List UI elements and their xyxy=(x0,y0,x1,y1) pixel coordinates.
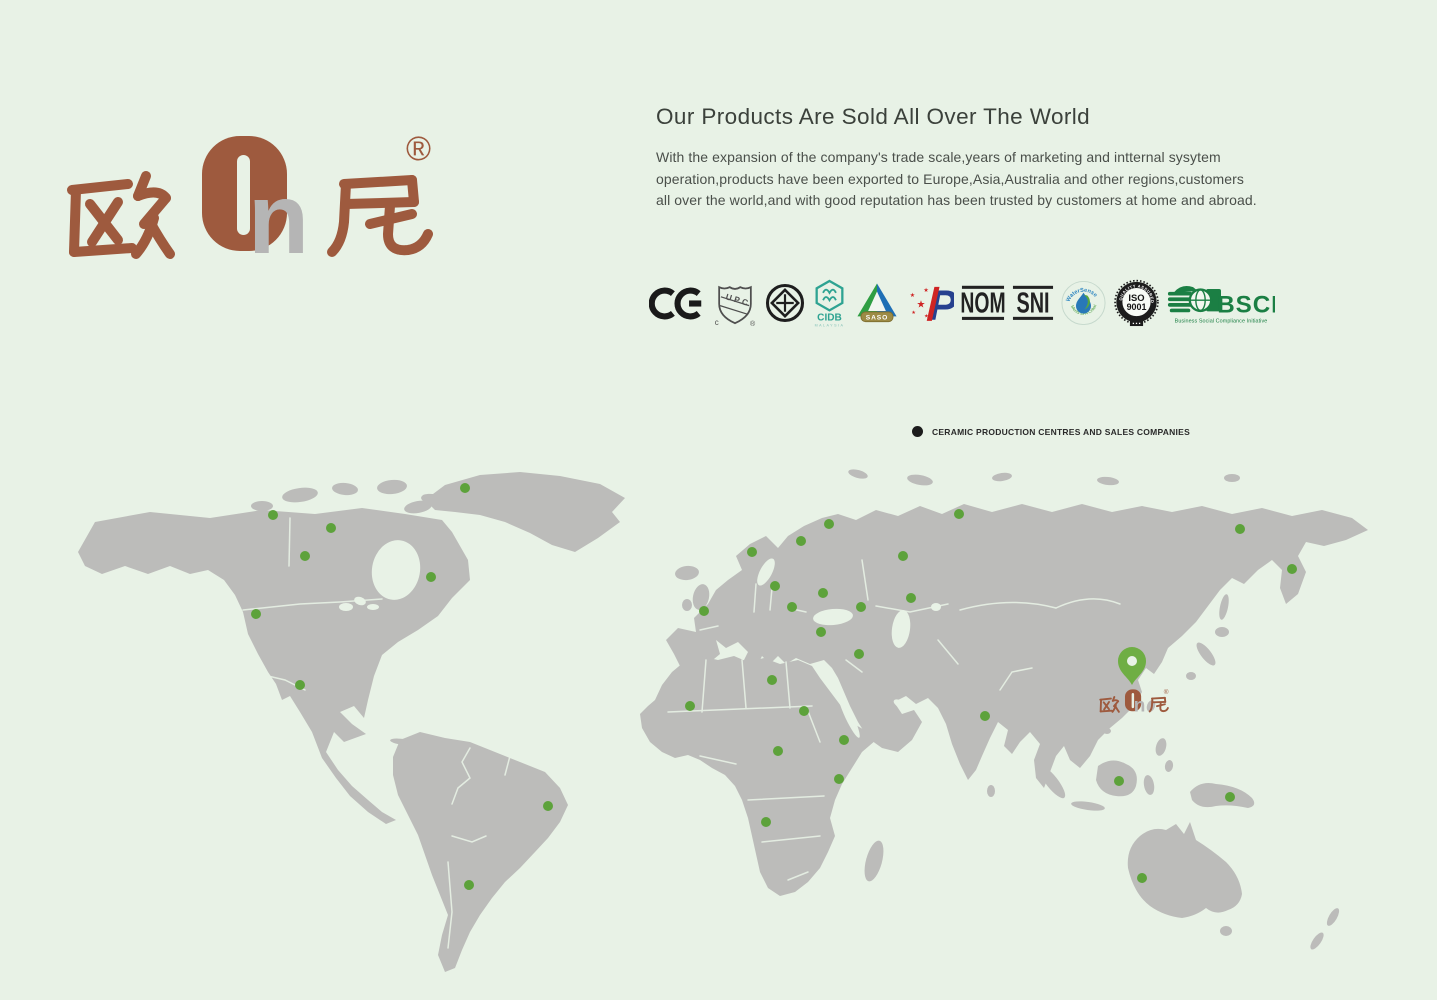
map-dot xyxy=(295,680,305,690)
header-section: Our Products Are Sold All Over The World… xyxy=(656,104,1316,212)
cert-ce-icon xyxy=(649,287,706,320)
svg-text:★: ★ xyxy=(910,292,915,299)
svg-text:BSCI: BSCI xyxy=(1217,291,1275,318)
map-dot xyxy=(543,801,553,811)
map-dot xyxy=(824,519,834,529)
island-new-guinea xyxy=(1190,783,1254,808)
cert-cidb-icon: CIDB MALAYSIA xyxy=(813,278,846,328)
map-dot xyxy=(747,547,757,557)
map-dot xyxy=(460,483,470,493)
map-dot xyxy=(761,817,771,827)
brand-logo xyxy=(60,118,450,273)
continent-south-america xyxy=(393,732,568,972)
map-dot xyxy=(1235,524,1245,534)
map-dot xyxy=(906,593,916,603)
map-dot xyxy=(818,588,828,598)
map-dot xyxy=(799,706,809,716)
map-dot xyxy=(980,711,990,721)
legend-dot-icon xyxy=(912,426,923,437)
map-dot xyxy=(787,602,797,612)
map-dot xyxy=(685,701,695,711)
map-dot xyxy=(816,627,826,637)
svg-text:★: ★ xyxy=(923,287,928,294)
svg-text:★: ★ xyxy=(917,299,926,310)
map-dot xyxy=(767,675,777,685)
map-dot xyxy=(898,551,908,561)
cert-upc-shield-icon: UPC c ® xyxy=(713,279,757,327)
map-dot xyxy=(770,581,780,591)
svg-text:SASO: SASO xyxy=(866,314,888,321)
map-dot xyxy=(856,602,866,612)
map-dot xyxy=(251,609,261,619)
map-dot xyxy=(464,880,474,890)
map-dot xyxy=(773,746,783,756)
page: n ® xyxy=(0,0,1437,1000)
svg-text:9001: 9001 xyxy=(1127,302,1147,312)
location-pin-hole xyxy=(1127,656,1137,666)
svg-text:★: ★ xyxy=(911,310,916,316)
map-dot xyxy=(1137,873,1147,883)
map-dot xyxy=(854,649,864,659)
svg-text:CIDB: CIDB xyxy=(817,312,842,323)
continents xyxy=(78,468,1368,972)
cert-sni-icon: SNI xyxy=(1012,282,1054,324)
cert-bsci-icon: BSCI Business Social Compliance Initiati… xyxy=(1167,280,1275,326)
svg-text:UPC: UPC xyxy=(725,291,752,308)
svg-text:NOM: NOM xyxy=(961,288,1005,320)
intro-paragraph: With the expansion of the company's trad… xyxy=(656,147,1316,212)
map-dot xyxy=(834,774,844,784)
map-dot xyxy=(796,536,806,546)
svg-text:SNI: SNI xyxy=(1016,288,1049,319)
svg-text:MALAYSIA: MALAYSIA xyxy=(815,323,845,327)
stars: ★ ★ ★ ★ ★ xyxy=(910,287,929,320)
svg-text:Business Social Compliance Ini: Business Social Compliance Initiative xyxy=(1175,319,1268,325)
map-dot xyxy=(268,510,278,520)
map-dot xyxy=(954,509,964,519)
map-legend: CERAMIC PRODUCTION CENTRES AND SALES COM… xyxy=(912,426,1190,437)
cert-iso9001-icon: QUALITY ASSURED FIRM ISO 9001 xyxy=(1113,278,1160,328)
certifications-row: UPC c ® CIDB MALAYSIA SASO P ★ xyxy=(649,276,1275,330)
cert-p-stars-icon: P ★ ★ ★ ★ ★ xyxy=(908,280,954,326)
page-title: Our Products Are Sold All Over The World xyxy=(656,104,1316,130)
map-dot xyxy=(426,572,436,582)
map-dot xyxy=(326,523,336,533)
cert-watersense-icon: WaterSense Meets EPA Criteria xyxy=(1061,280,1106,326)
svg-text:®: ® xyxy=(750,320,756,327)
cert-circle-diamond-icon xyxy=(764,282,806,324)
legend-label: CERAMIC PRODUCTION CENTRES AND SALES COM… xyxy=(932,427,1190,437)
cert-saso-icon: SASO xyxy=(853,280,901,326)
map-dot xyxy=(300,551,310,561)
continent-australia xyxy=(1128,822,1242,918)
map-dot xyxy=(839,735,849,745)
map-dot xyxy=(699,606,709,616)
map-dot xyxy=(1114,776,1124,786)
map-dot xyxy=(1287,564,1297,574)
svg-text:c: c xyxy=(715,318,719,327)
svg-text:★: ★ xyxy=(924,313,929,319)
cert-nom-icon: NOM xyxy=(961,282,1005,324)
map-dot xyxy=(1225,792,1235,802)
